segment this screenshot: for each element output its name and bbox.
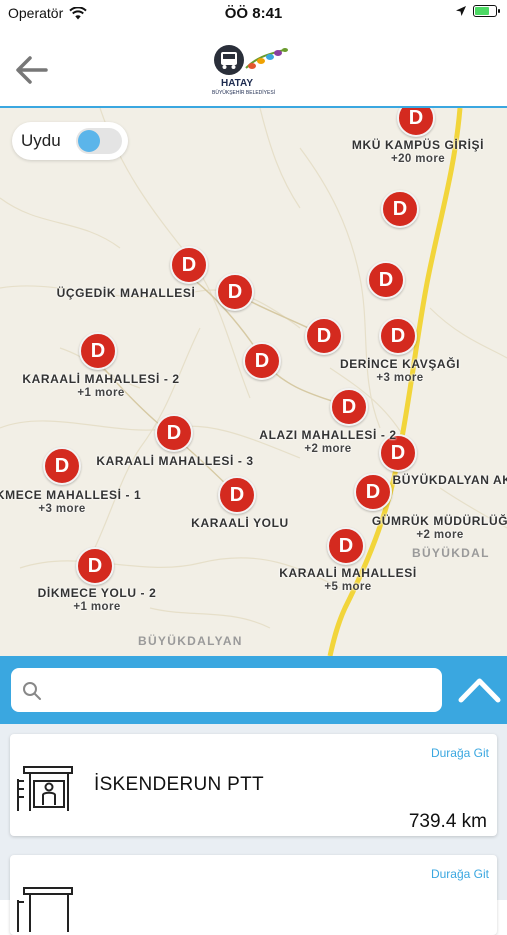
map-label: GÜMRÜK MÜDÜRLÜĞ +2 more — [371, 514, 507, 541]
stop-card[interactable]: Durağa Git — [10, 855, 497, 935]
stop-pin[interactable]: D — [327, 527, 365, 565]
map-label: ALAZI MAHALLESİ - 2 +2 more — [259, 428, 397, 455]
chevron-up-icon[interactable] — [452, 656, 507, 724]
map-label: MKÜ KAMPÜS GİRİŞİ +20 more — [351, 138, 485, 165]
app-header: HATAY BÜYÜKŞEHİR BELEDİYESİ — [0, 28, 507, 108]
status-right — [455, 5, 500, 17]
logo-title: HATAY — [220, 78, 254, 89]
status-time: ÖÖ 8:41 — [224, 5, 283, 22]
map-label: BÜYÜKDALYAN AK — [392, 473, 507, 487]
stop-pin[interactable]: D — [216, 273, 254, 311]
satellite-toggle[interactable] — [76, 128, 122, 154]
stop-distance: 739.4 km — [408, 811, 487, 832]
area-label: BÜYÜKDAL — [412, 546, 490, 560]
search-input[interactable] — [11, 668, 442, 712]
stop-pin[interactable]: D — [76, 547, 114, 585]
map-label: DİKMECE YOLU - 2 +1 more — [37, 586, 157, 613]
stop-pin[interactable]: D — [155, 414, 193, 452]
satellite-toggle-label: Uydu — [21, 131, 61, 150]
map-label: ÜÇGEDİK MAHALLESİ — [56, 286, 196, 300]
stop-pin[interactable]: D — [170, 246, 208, 284]
logo-subtitle: BÜYÜKŞEHİR BELEDİYESİ — [212, 90, 276, 96]
bus-stop-icon — [17, 766, 73, 811]
satellite-toggle-group: Uydu — [12, 122, 128, 160]
stop-pin[interactable]: D — [379, 317, 417, 355]
map-label: DİKMECE MAHALLESİ - 1+3 more — [0, 488, 142, 515]
stop-pin[interactable]: D — [79, 332, 117, 370]
app-logo: HATAY BÜYÜKŞEHİR BELEDİYESİ — [212, 44, 302, 104]
search-icon — [23, 682, 41, 700]
area-label: BÜYÜKDALYAN — [138, 634, 243, 648]
bus-stop-icon — [17, 887, 73, 932]
stop-pin[interactable]: D — [305, 317, 343, 355]
back-arrow-icon[interactable] — [12, 52, 52, 88]
location-arrow-icon — [456, 6, 466, 16]
go-to-stop-link[interactable]: Durağa Git — [431, 746, 489, 760]
stop-card[interactable]: Durağa Git İSKENDERUN PTT 739.4 km — [10, 734, 497, 836]
map-label: DERİNCE KAVŞAĞI +3 more — [339, 357, 461, 384]
battery-icon — [473, 5, 500, 17]
map-label: KARAALİ YOLU — [191, 516, 289, 530]
go-to-stop-link[interactable]: Durağa Git — [431, 867, 489, 881]
stop-pin[interactable]: D — [330, 388, 368, 426]
stop-pin[interactable]: D — [381, 190, 419, 228]
search-bar — [0, 656, 507, 724]
stop-title: İSKENDERUN PTT — [94, 774, 264, 795]
map-label: KARAALİ MAHALLESİ - 2 +1 more — [22, 372, 180, 399]
stop-pin[interactable]: D — [243, 342, 281, 380]
logo-bus-icon — [214, 45, 288, 75]
stop-list: Durağa Git İSKENDERUN PTT 739.4 km Durağ… — [0, 724, 507, 935]
map-label: KARAALİ MAHALLESİ +5 more — [279, 566, 417, 593]
map-label: KARAALİ MAHALLESİ - 3 — [96, 454, 254, 468]
toggle-knob — [78, 130, 100, 152]
stop-pin[interactable]: D — [354, 473, 392, 511]
status-bar: Operatör ÖÖ 8:41 — [0, 0, 507, 28]
stop-pin[interactable]: D — [218, 476, 256, 514]
stop-pin[interactable]: D — [367, 261, 405, 299]
map-view[interactable]: Uydu D D D D D D D D D D D D D D D D D M… — [0, 108, 507, 656]
stop-pin[interactable]: D — [43, 447, 81, 485]
